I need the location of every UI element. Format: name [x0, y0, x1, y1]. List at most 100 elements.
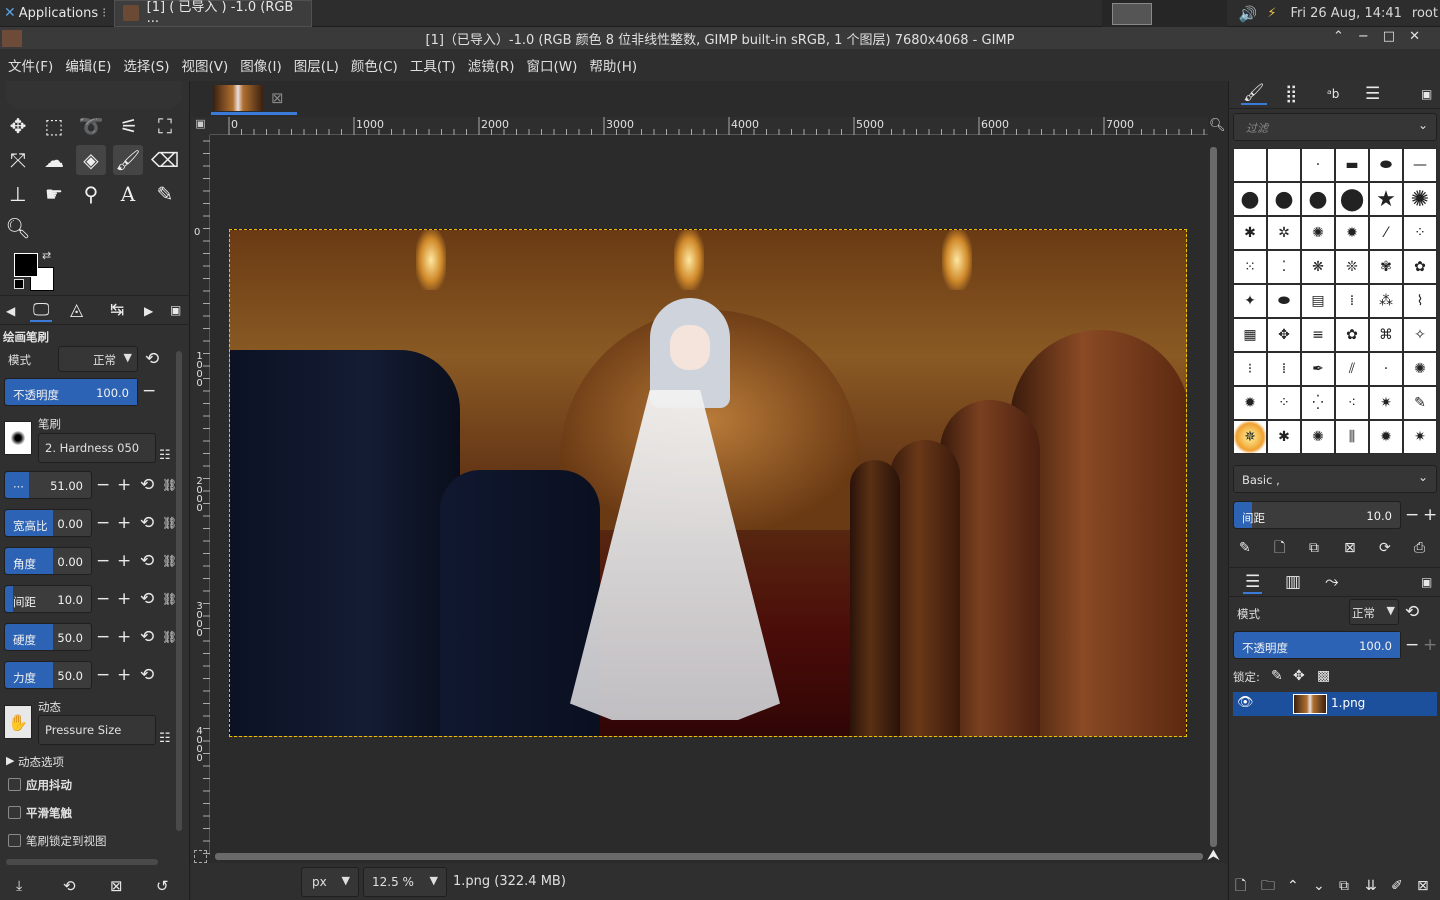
brush-thumbnail[interactable]: ⁘ [1267, 386, 1301, 420]
merge-layer-icon[interactable]: ⇊ [1365, 876, 1377, 896]
clone-tool-icon[interactable]: ⊥ [3, 179, 33, 209]
smudge-tool-icon[interactable]: ☛ [39, 179, 69, 209]
new-brush-icon[interactable]: 🗋 [1274, 538, 1285, 558]
hardness-slider[interactable]: 硬度 50.0 [4, 623, 92, 651]
brush-thumbnail[interactable]: ⌇ [1403, 284, 1437, 318]
brush-thumbnail[interactable]: ● [1301, 182, 1335, 216]
brush-thumbnail[interactable]: ⁘ [1403, 216, 1437, 250]
angle-reset-icon[interactable]: ⟲ [140, 551, 154, 571]
spacing-reset-icon[interactable]: ⟲ [140, 589, 154, 609]
lock-position-icon[interactable]: ✥ [1293, 666, 1305, 686]
brush-thumbnail[interactable]: ● [1233, 182, 1267, 216]
foreground-color-swatch[interactable] [14, 253, 38, 277]
angle-link-icon[interactable]: ⛓ [162, 551, 177, 571]
brush-thumbnail[interactable]: ⁞ [1267, 352, 1301, 386]
paths-tool-icon[interactable]: ⚲ [76, 179, 106, 209]
brush-thumbnail[interactable]: ✺ [1301, 216, 1335, 250]
menu-view[interactable]: 视图(V) [176, 55, 235, 75]
reset-mode-icon[interactable]: ⟲ [145, 349, 159, 369]
maximize-icon[interactable]: □ [1383, 29, 1409, 44]
toolbox-hscrollbar[interactable] [6, 859, 158, 865]
tab-config-icon[interactable]: ▣ [1421, 84, 1432, 104]
layer-opacity-slider[interactable]: 不透明度 100.0 [1233, 631, 1401, 659]
force-slider[interactable]: 力度 50.0 [4, 661, 92, 689]
brushes-filter-field[interactable]: 过滤 ⌄ [1233, 113, 1437, 141]
brush-thumbnail[interactable]: ❊ [1335, 250, 1369, 284]
brush-thumbnail[interactable]: ⁝ [1233, 352, 1267, 386]
spacing-slider[interactable]: 间距 10.0 [4, 585, 92, 613]
menu-tools[interactable]: 工具(T) [404, 55, 462, 75]
unified-transform-tool-icon[interactable]: ⤧ [3, 145, 33, 175]
bucket-fill-tool-icon[interactable]: ◈ [76, 145, 106, 175]
hardness-increase-icon[interactable]: + [117, 627, 131, 647]
brush-thumbnail[interactable]: ● [1267, 182, 1301, 216]
layers-mode-reset-icon[interactable]: ⟲ [1405, 602, 1419, 622]
duplicate-layer-icon[interactable]: ⧉ [1339, 876, 1349, 896]
edit-brush-icon[interactable]: ✎ [1239, 538, 1251, 558]
layer-visibility-eye-icon[interactable]: 👁 [1237, 695, 1254, 710]
text-tool-icon[interactable]: A [113, 179, 143, 209]
menu-windows[interactable]: 窗口(W) [521, 55, 584, 75]
image-tab-close-icon[interactable]: ⊠ [271, 89, 284, 107]
rect-select-tool-icon[interactable]: ⬚ [39, 111, 69, 141]
brush-preset-dropdown[interactable]: Basic , ⌄ [1233, 465, 1437, 493]
delete-brush-icon[interactable]: ⊠ [1344, 538, 1356, 558]
spacing-decrease-icon[interactable]: − [96, 589, 110, 609]
brush-thumbnail[interactable]: ★ [1369, 182, 1403, 216]
image-canvas[interactable] [229, 229, 1187, 737]
zoom-tool-icon[interactable]: 🔍︎ [3, 213, 33, 243]
zoom-dropdown[interactable]: 12.5 % ▼ [363, 867, 447, 897]
dynamics-edit-icon[interactable]: ☷ [159, 729, 171, 749]
vertical-ruler[interactable]: 0 1000 2000 3000 4000 [191, 135, 210, 855]
size-decrease-icon[interactable]: − [96, 475, 110, 495]
brush-name-field[interactable]: 2. Hardness 050 [38, 433, 156, 463]
minimize-icon[interactable]: − [1358, 29, 1383, 44]
zoom-image-icon[interactable]: 🔍︎ [1209, 118, 1226, 133]
layers-mode-dropdown[interactable]: 正常 ▼ [1349, 599, 1399, 625]
quick-mask-toggle[interactable] [194, 850, 207, 863]
brush-thumbnail[interactable]: ✹ [1335, 216, 1369, 250]
brush-thumbnail[interactable]: ✥ [1267, 318, 1301, 352]
tab-scroll-left-icon[interactable]: ◀ [6, 301, 15, 321]
apply-jitter-checkbox[interactable] [8, 778, 21, 791]
swap-colors-icon[interactable]: ⇄ [42, 249, 51, 262]
collapse-icon[interactable]: ⌃ [1333, 29, 1358, 44]
paintbrush-tool-icon[interactable]: 🖌 [113, 145, 143, 175]
brush-thumbnail[interactable]: ✎ [1403, 386, 1437, 420]
brush-thumbnail[interactable]: ✲ [1267, 216, 1301, 250]
tab-fonts-icon[interactable]: ᵃb [1327, 84, 1339, 104]
tab-layers-icon[interactable]: ☰ [1243, 572, 1263, 594]
force-decrease-icon[interactable]: − [96, 665, 110, 685]
aspect-decrease-icon[interactable]: − [96, 513, 110, 533]
menu-colors[interactable]: 颜色(C) [345, 55, 404, 75]
angle-increase-icon[interactable]: + [117, 551, 131, 571]
brush-thumbnail[interactable]: ▤ [1301, 284, 1335, 318]
brush-spacing-slider[interactable]: 间距 10.0 [1233, 501, 1401, 529]
spacing-link-icon[interactable]: ⛓ [162, 589, 177, 609]
brush-thumbnail[interactable]: ⁖ [1335, 386, 1369, 420]
dynamics-options-label[interactable]: 动态选项 [18, 754, 64, 770]
opacity-decrease-icon[interactable]: − [142, 381, 156, 401]
brush-thumbnail[interactable]: ⬬ [1369, 148, 1403, 182]
aspect-increase-icon[interactable]: + [117, 513, 131, 533]
menu-image[interactable]: 图像(I) [234, 55, 288, 75]
layer-opacity-increase-icon[interactable]: + [1423, 635, 1437, 655]
tab-paths-icon[interactable]: ⤳ [1325, 572, 1339, 592]
menu-filters[interactable]: 滤镜(R) [462, 55, 521, 75]
restore-options-icon[interactable]: ⟲ [63, 876, 76, 896]
aspect-slider[interactable]: 宽高比 0.00 [4, 509, 92, 537]
fuzzy-select-tool-icon[interactable]: ⚟ [114, 111, 144, 141]
hardness-reset-icon[interactable]: ⟲ [140, 627, 154, 647]
canvas-hscrollbar[interactable] [215, 853, 1203, 860]
image-tab[interactable]: ⊠ [211, 83, 297, 115]
brush-thumbnail[interactable]: ✒ [1301, 352, 1335, 386]
delete-layer-icon[interactable]: ⊠ [1417, 876, 1429, 896]
eraser-tool-icon[interactable]: ⌫ [150, 145, 180, 175]
smooth-stroke-checkbox[interactable] [8, 806, 21, 819]
refresh-brushes-icon[interactable]: ⟳ [1379, 538, 1391, 558]
new-layer-icon[interactable]: 🗋 [1235, 876, 1246, 896]
brush-thumbnail[interactable]: ⁛ [1301, 386, 1335, 420]
duplicate-brush-icon[interactable]: ⧉ [1309, 538, 1319, 558]
reset-options-icon[interactable]: ↺ [156, 876, 169, 896]
size-slider[interactable]: ··· 51.00 [4, 471, 92, 499]
